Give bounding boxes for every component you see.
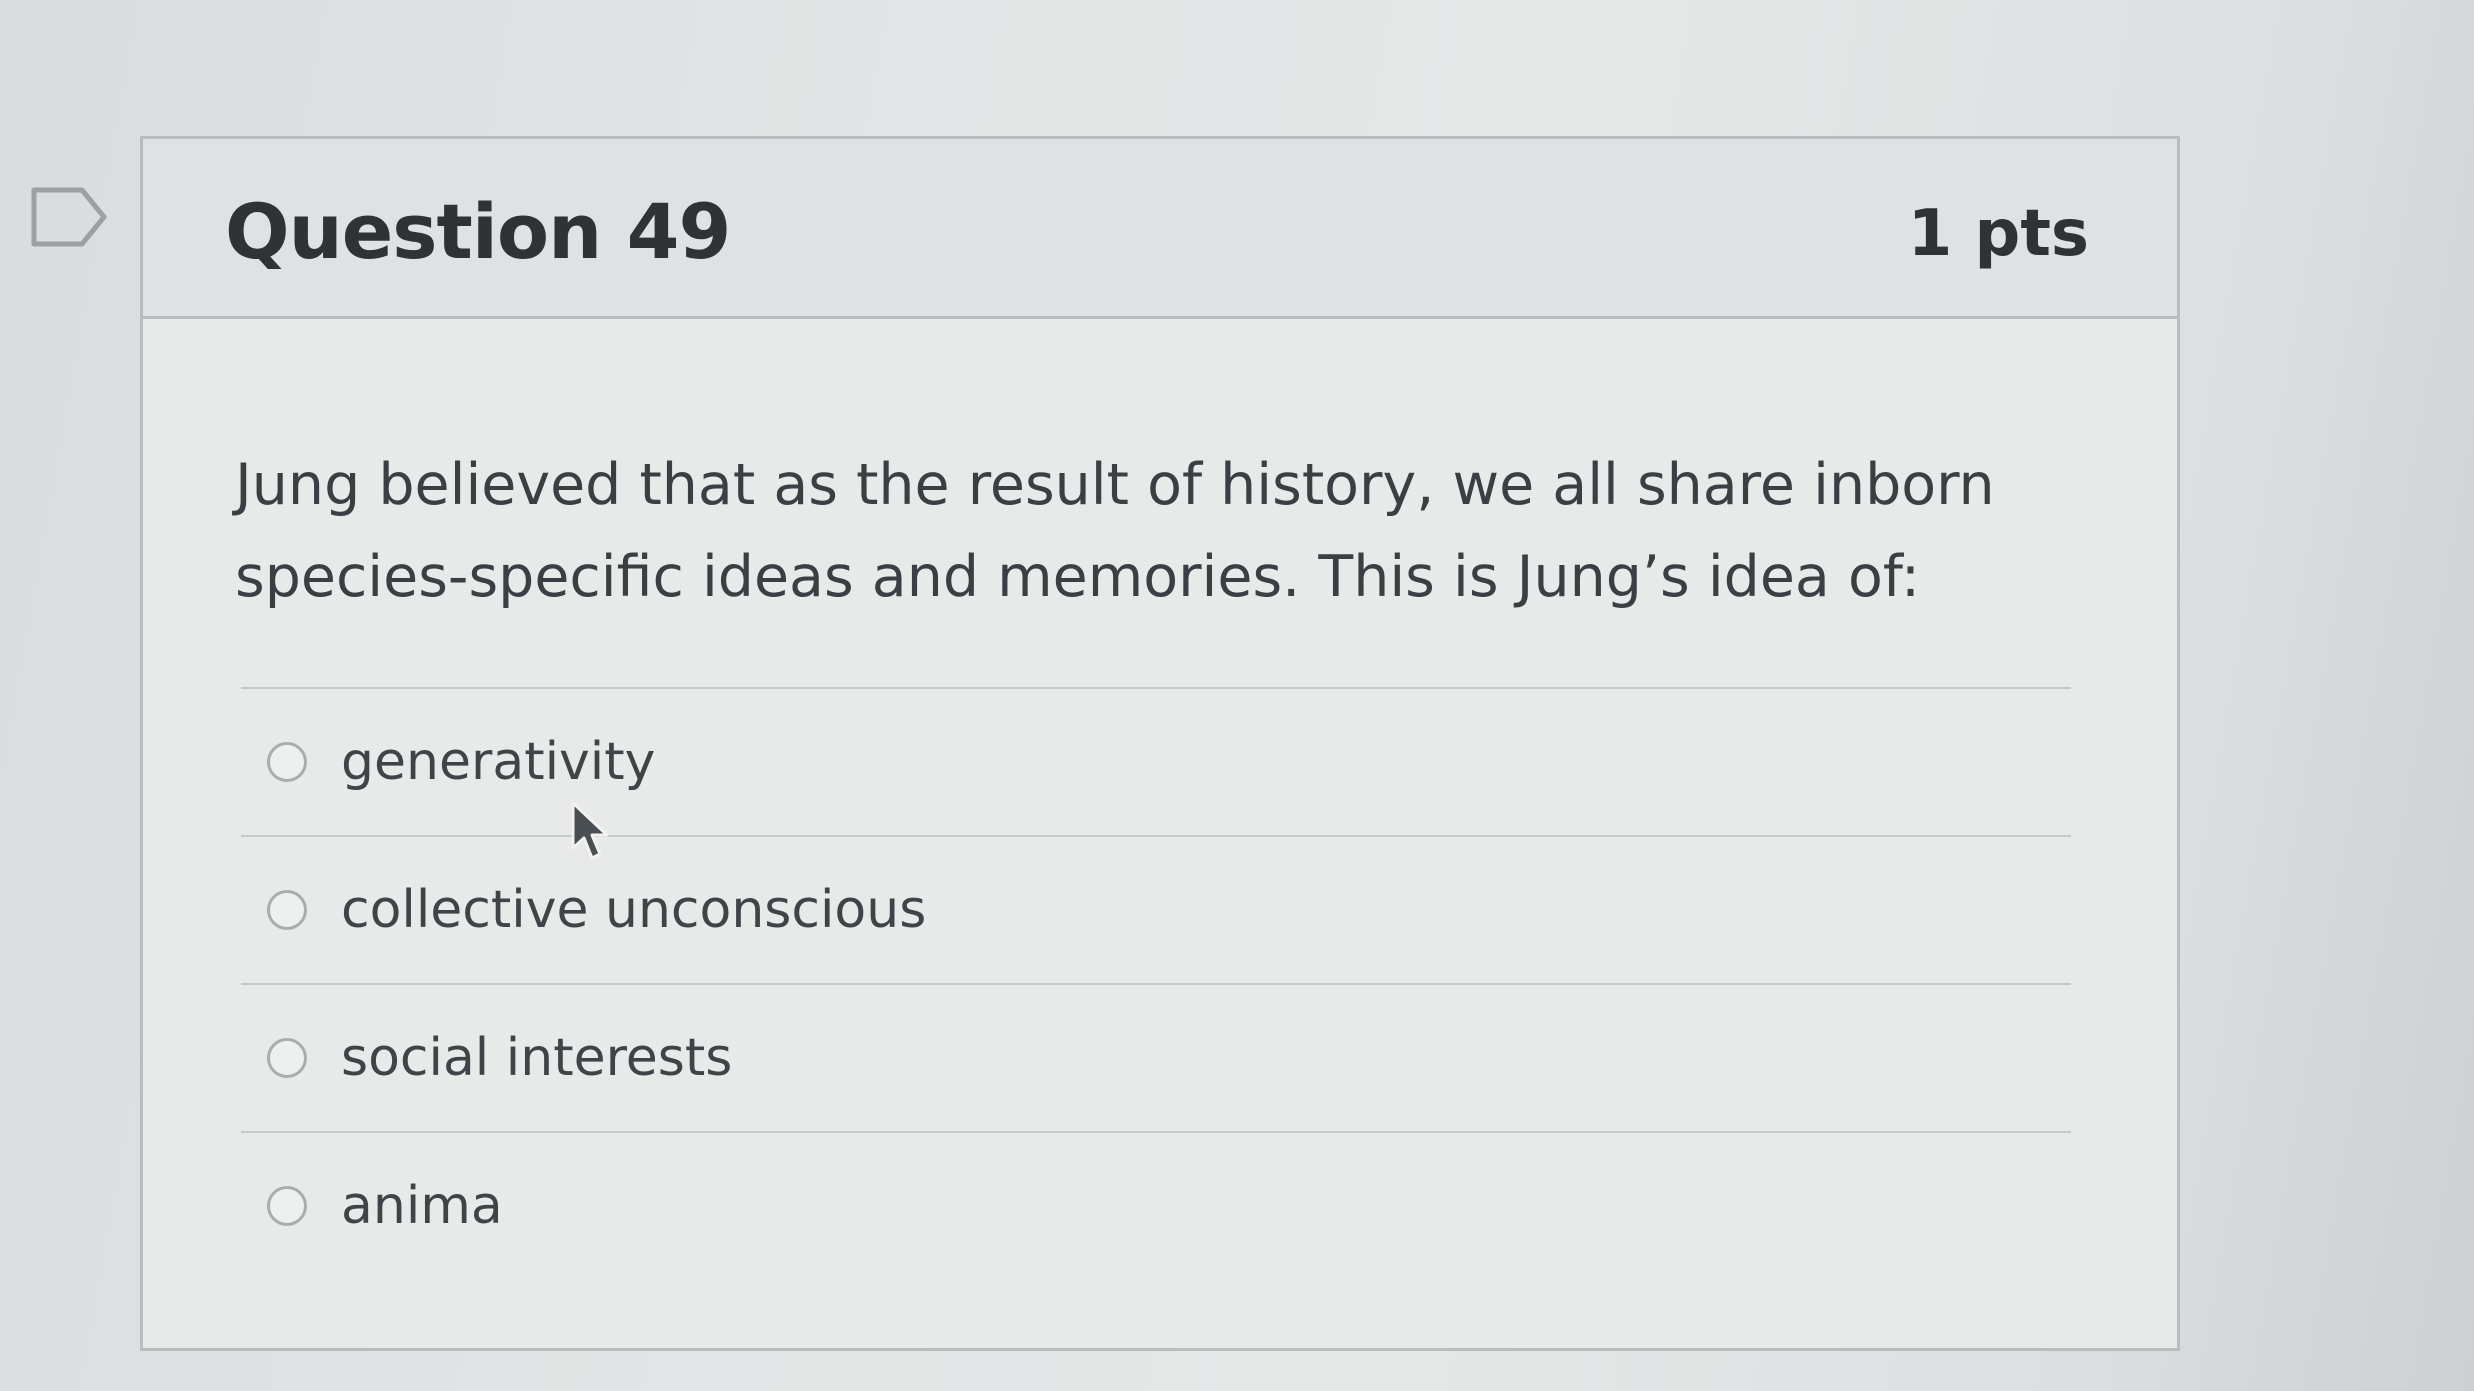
answer-option-generativity[interactable]: generativity	[241, 689, 2071, 835]
question-points: 1 pts	[1907, 197, 2089, 271]
answer-label: anima	[341, 1176, 503, 1236]
flag-question-icon[interactable]	[30, 186, 110, 248]
answer-option-collective-unconscious[interactable]: collective unconscious	[241, 837, 2071, 983]
answer-label: collective unconscious	[341, 880, 927, 940]
radio-button[interactable]	[267, 1038, 307, 1078]
question-card: Question 49 1 pts Jung believed that as …	[140, 136, 2180, 1351]
mouse-pointer-icon	[571, 801, 609, 860]
question-text: Jung believed that as the result of hist…	[235, 452, 1995, 610]
answer-label: generativity	[341, 732, 656, 792]
answer-option-anima[interactable]: anima	[241, 1133, 2071, 1279]
question-title: Question 49	[225, 187, 731, 276]
radio-button[interactable]	[267, 742, 307, 782]
answer-option-social-interests[interactable]: social interests	[241, 985, 2071, 1131]
answer-label: social interests	[341, 1028, 733, 1088]
radio-button[interactable]	[267, 890, 307, 930]
question-header: Question 49 1 pts	[143, 139, 2177, 319]
answer-list: generativity collective unconscious soci…	[241, 687, 2071, 1279]
radio-button[interactable]	[267, 1186, 307, 1226]
